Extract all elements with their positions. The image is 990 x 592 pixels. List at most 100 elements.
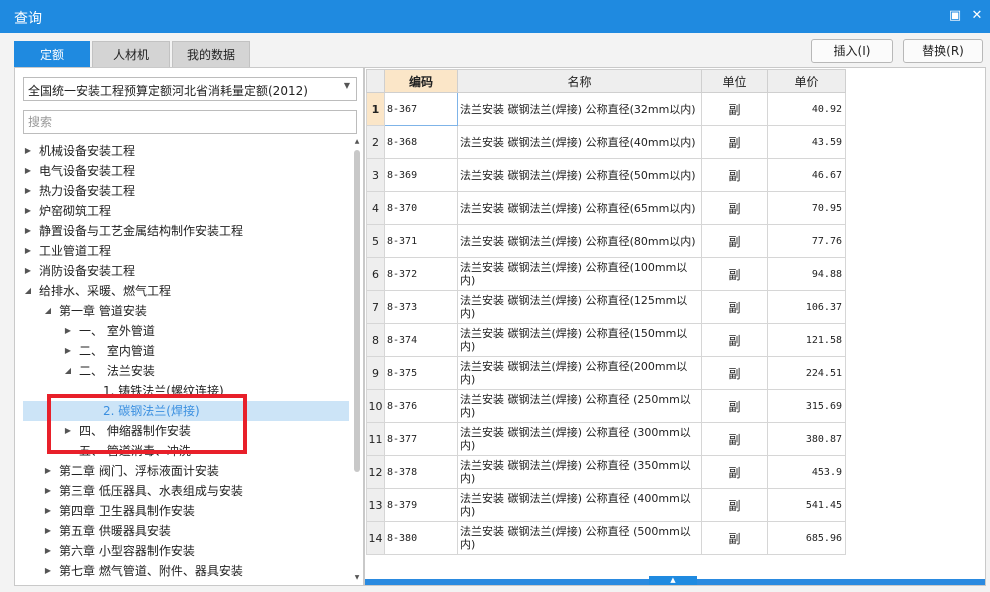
name-cell[interactable]: 法兰安装 碳钢法兰(焊接) 公称直径(125mm以内) — [457, 290, 702, 324]
code-cell[interactable]: 8-369 — [384, 158, 458, 192]
collapsed-arrow-icon[interactable]: ▶ — [43, 501, 53, 521]
table-row[interactable]: 3 8-369 法兰安装 碳钢法兰(焊接) 公称直径(50mm以内) 副 46.67 — [366, 158, 846, 192]
table-row[interactable]: 4 8-370 法兰安装 碳钢法兰(焊接) 公称直径(65mm以内) 副 70.95 — [366, 191, 846, 225]
column-header-unit[interactable]: 单位 — [701, 69, 768, 93]
unit-cell[interactable]: 副 — [701, 323, 768, 357]
splitter-up-icon[interactable]: ▲ — [649, 576, 697, 585]
price-cell[interactable]: 541.45 — [767, 488, 846, 522]
code-cell[interactable]: 8-377 — [384, 422, 458, 456]
tree-node[interactable]: ▶ 热力设备安装工程 — [23, 181, 349, 201]
unit-cell[interactable]: 副 — [701, 290, 768, 324]
column-header-name[interactable]: 名称 — [457, 69, 702, 93]
collapsed-arrow-icon[interactable]: ▶ — [23, 141, 33, 161]
code-cell[interactable]: 8-371 — [384, 224, 458, 258]
quota-library-select[interactable]: 全国统一安装工程预算定额河北省消耗量定额(2012) ▼ — [23, 77, 357, 101]
collapsed-arrow-icon[interactable]: ▶ — [23, 221, 33, 241]
tab-quota[interactable]: 定额 — [14, 41, 90, 67]
name-cell[interactable]: 法兰安装 碳钢法兰(焊接) 公称直径 (400mm以内) — [457, 488, 702, 522]
code-cell[interactable]: 8-375 — [384, 356, 458, 390]
name-cell[interactable]: 法兰安装 碳钢法兰(焊接) 公称直径 (250mm以内) — [457, 389, 702, 423]
unit-cell[interactable]: 副 — [701, 488, 768, 522]
search-input[interactable] — [23, 110, 357, 134]
tree-node[interactable]: ▶ 第六章 小型容器制作安装 — [23, 541, 349, 561]
collapsed-arrow-icon[interactable]: ▶ — [23, 261, 33, 281]
tree-node[interactable]: ▶ 机械设备安装工程 — [23, 141, 349, 161]
price-cell[interactable]: 106.37 — [767, 290, 846, 324]
price-cell[interactable]: 685.96 — [767, 521, 846, 555]
tree-node[interactable]: ▶ 静置设备与工艺金属结构制作安装工程 — [23, 221, 349, 241]
grid-splitter[interactable]: ▲ — [365, 576, 985, 585]
price-cell[interactable]: 43.59 — [767, 125, 846, 159]
scroll-thumb[interactable] — [354, 150, 360, 472]
tree-node[interactable]: ▶ 消防设备安装工程 — [23, 261, 349, 281]
tree-node[interactable]: ◢ 二、 法兰安装 — [23, 361, 349, 381]
price-cell[interactable]: 453.9 — [767, 455, 846, 489]
tree-node[interactable]: ▶ 第七章 燃气管道、附件、器具安装 — [23, 561, 349, 581]
unit-cell[interactable]: 副 — [701, 455, 768, 489]
code-cell[interactable]: 8-378 — [384, 455, 458, 489]
tree-node[interactable]: ▶ 第二章 阀门、浮标液面计安装 — [23, 461, 349, 481]
tree-node[interactable]: ▶ 工业管道工程 — [23, 241, 349, 261]
table-row[interactable]: 7 8-373 法兰安装 碳钢法兰(焊接) 公称直径(125mm以内) 副 106.37 — [366, 290, 846, 324]
code-cell[interactable]: 8-373 — [384, 290, 458, 324]
price-cell[interactable]: 315.69 — [767, 389, 846, 423]
price-cell[interactable]: 380.87 — [767, 422, 846, 456]
insert-button[interactable]: 插入(I) — [811, 39, 893, 63]
code-cell[interactable]: 8-380 — [384, 521, 458, 555]
unit-cell[interactable]: 副 — [701, 92, 768, 126]
unit-cell[interactable]: 副 — [701, 422, 768, 456]
expanded-arrow-icon[interactable]: ◢ — [23, 281, 33, 301]
unit-cell[interactable]: 副 — [701, 356, 768, 390]
collapsed-arrow-icon[interactable]: ▶ — [23, 241, 33, 261]
name-cell[interactable]: 法兰安装 碳钢法兰(焊接) 公称直径 (500mm以内) — [457, 521, 702, 555]
tree-node[interactable]: ▶ 电气设备安装工程 — [23, 161, 349, 181]
table-row[interactable]: 11 8-377 法兰安装 碳钢法兰(焊接) 公称直径 (300mm以内) 副 380.… — [366, 422, 846, 456]
scroll-up-icon[interactable]: ▲ — [353, 138, 361, 146]
price-cell[interactable]: 121.58 — [767, 323, 846, 357]
name-cell[interactable]: 法兰安装 碳钢法兰(焊接) 公称直径(100mm以内) — [457, 257, 702, 291]
price-cell[interactable]: 40.92 — [767, 92, 846, 126]
column-header-code[interactable]: 编码 — [384, 69, 458, 93]
tree-node[interactable]: ◢ 给排水、采暖、燃气工程 — [23, 281, 349, 301]
table-row[interactable]: 8 8-374 法兰安装 碳钢法兰(焊接) 公称直径(150mm以内) 副 121.58 — [366, 323, 846, 357]
code-cell[interactable]: 8-379 — [384, 488, 458, 522]
expanded-arrow-icon[interactable]: ◢ — [63, 361, 73, 381]
code-cell[interactable]: 8-368 — [384, 125, 458, 159]
table-row[interactable]: 1 8-367 法兰安装 碳钢法兰(焊接) 公称直径(32mm以内) 副 40.92 — [366, 92, 846, 126]
collapsed-arrow-icon[interactable]: ▶ — [43, 521, 53, 541]
tree-node[interactable]: ▶ 炉窑砌筑工程 — [23, 201, 349, 221]
tree-node[interactable]: ▶ 第五章 供暖器具安装 — [23, 521, 349, 541]
table-row[interactable]: 12 8-378 法兰安装 碳钢法兰(焊接) 公称直径 (350mm以内) 副 453.… — [366, 455, 846, 489]
code-cell[interactable]: 8-376 — [384, 389, 458, 423]
table-row[interactable]: 5 8-371 法兰安装 碳钢法兰(焊接) 公称直径(80mm以内) 副 77.76 — [366, 224, 846, 258]
table-row[interactable]: 9 8-375 法兰安装 碳钢法兰(焊接) 公称直径(200mm以内) 副 224.51 — [366, 356, 846, 390]
collapsed-arrow-icon[interactable]: ▶ — [23, 201, 33, 221]
collapsed-arrow-icon[interactable]: ▶ — [43, 461, 53, 481]
collapsed-arrow-icon[interactable]: ▶ — [63, 321, 73, 341]
tree-node[interactable]: ▶ 一、 室外管道 — [23, 321, 349, 341]
table-row[interactable]: 10 8-376 法兰安装 碳钢法兰(焊接) 公称直径 (250mm以内) 副 315.… — [366, 389, 846, 423]
tree-node[interactable]: ◢ 第一章 管道安装 — [23, 301, 349, 321]
price-cell[interactable]: 70.95 — [767, 191, 846, 225]
code-cell[interactable]: 8-367 — [384, 92, 458, 126]
collapsed-arrow-icon[interactable]: ▶ — [43, 561, 53, 581]
scroll-down-icon[interactable]: ▼ — [353, 574, 361, 582]
name-cell[interactable]: 法兰安装 碳钢法兰(焊接) 公称直径(32mm以内) — [457, 92, 702, 126]
name-cell[interactable]: 法兰安装 碳钢法兰(焊接) 公称直径(200mm以内) — [457, 356, 702, 390]
unit-cell[interactable]: 副 — [701, 389, 768, 423]
unit-cell[interactable]: 副 — [701, 158, 768, 192]
expanded-arrow-icon[interactable]: ◢ — [43, 301, 53, 321]
name-cell[interactable]: 法兰安装 碳钢法兰(焊接) 公称直径 (300mm以内) — [457, 422, 702, 456]
name-cell[interactable]: 法兰安装 碳钢法兰(焊接) 公称直径(40mm以内) — [457, 125, 702, 159]
unit-cell[interactable]: 副 — [701, 191, 768, 225]
tree-node[interactable]: ▶ 第四章 卫生器具制作安装 — [23, 501, 349, 521]
collapsed-arrow-icon[interactable]: ▶ — [23, 181, 33, 201]
collapsed-arrow-icon[interactable]: ▶ — [43, 481, 53, 501]
name-cell[interactable]: 法兰安装 碳钢法兰(焊接) 公称直径 (350mm以内) — [457, 455, 702, 489]
tab-labor-material-machine[interactable]: 人材机 — [92, 41, 170, 67]
code-cell[interactable]: 8-374 — [384, 323, 458, 357]
unit-cell[interactable]: 副 — [701, 257, 768, 291]
table-row[interactable]: 2 8-368 法兰安装 碳钢法兰(焊接) 公称直径(40mm以内) 副 43.59 — [366, 125, 846, 159]
name-cell[interactable]: 法兰安装 碳钢法兰(焊接) 公称直径(80mm以内) — [457, 224, 702, 258]
name-cell[interactable]: 法兰安装 碳钢法兰(焊接) 公称直径(150mm以内) — [457, 323, 702, 357]
